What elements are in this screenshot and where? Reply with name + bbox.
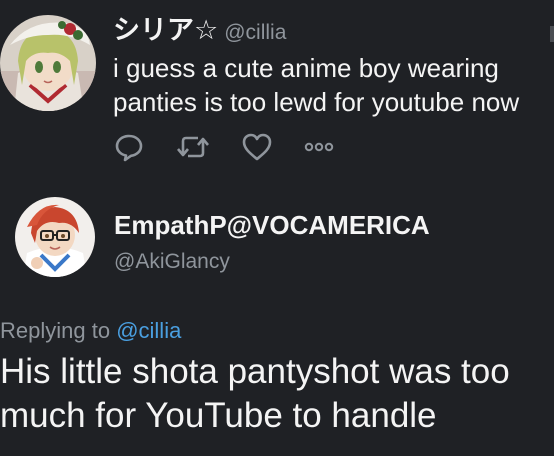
anime-boy-avatar[interactable] — [15, 197, 95, 277]
tweet-text: i guess a cute anime boy wearing panties… — [113, 53, 520, 117]
reply-user-handle[interactable]: @AkiGlancy — [114, 250, 230, 274]
replying-to-label: Replying to — [0, 318, 111, 343]
heart-icon — [242, 133, 272, 161]
reply-display-name[interactable]: EmpathP@VOCAMERICA — [114, 210, 430, 241]
anime-girl-avatar[interactable] — [0, 15, 96, 111]
more-options-button[interactable] — [301, 132, 337, 162]
user-handle[interactable]: @cillia — [224, 21, 286, 44]
more-options-icon — [304, 142, 334, 152]
like-button[interactable] — [240, 132, 274, 162]
scrollbar[interactable] — [550, 26, 554, 42]
reply-button[interactable] — [112, 132, 146, 162]
retweet-button[interactable] — [174, 132, 212, 162]
reply-tweet-text: His little shota pantyshot was too much … — [0, 352, 510, 435]
display-name[interactable]: シリア☆ — [113, 15, 218, 45]
retweet-icon — [177, 136, 209, 158]
reply-icon — [115, 134, 143, 162]
avatar-image — [15, 197, 95, 277]
avatar-image — [0, 15, 96, 111]
replying-to-link[interactable]: @cillia — [116, 318, 181, 343]
original-tweet: シリア☆ @cillia i guess a cute anime boy wea… — [0, 0, 554, 180]
replying-to-line: Replying to @cillia — [0, 318, 181, 344]
tweet-header: シリア☆ @cillia — [113, 8, 286, 47]
tweet-actions — [112, 132, 352, 162]
